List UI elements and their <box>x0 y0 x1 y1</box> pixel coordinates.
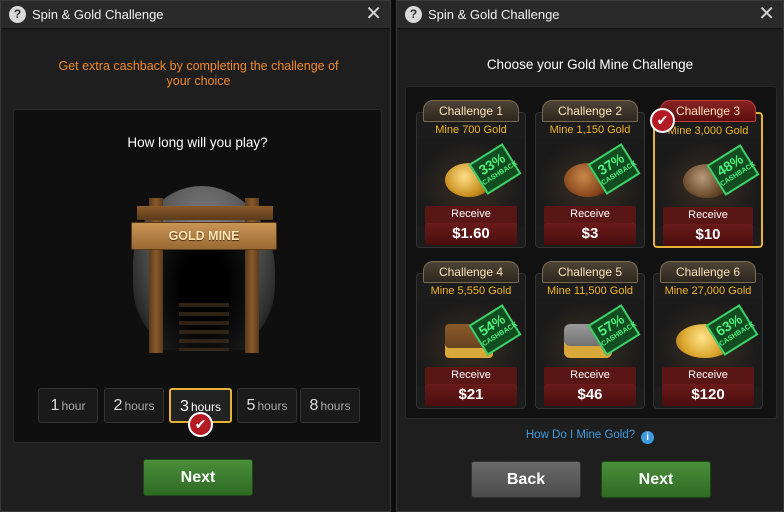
hour-number: 2 <box>113 397 123 414</box>
mine-beam <box>137 206 273 220</box>
challenge-grid: Mine 700 Gold 33% CASHBACK Receive $1.60 … <box>405 86 777 419</box>
duration-panel: How long will you play? GOLD MINE 1 hour … <box>13 109 382 443</box>
promo-line: Get extra cashback by completing the cha… <box>58 59 339 73</box>
receive-label: Receive <box>451 369 491 381</box>
challenge-card-3[interactable]: Mine 3,000 Gold 48% CASHBACK Receive $10 <box>653 112 763 248</box>
title-bar: ? Spin & Gold Challenge ✕ <box>1 1 390 29</box>
back-button[interactable]: Back <box>471 461 581 498</box>
challenge-tag: Challenge 4 <box>423 261 519 283</box>
hour-unit: hours <box>257 399 288 413</box>
hour-option-8[interactable]: 8 hours <box>300 388 360 423</box>
mine-goal: Mine 700 Gold <box>435 124 507 136</box>
receive-label: Receive <box>688 369 728 381</box>
challenge-card-5[interactable]: Mine 11,500 Gold 57% CASHBACK Receive $46 <box>535 273 645 409</box>
gold-mine-sign: GOLD MINE <box>131 222 277 250</box>
dialog-title: Spin & Gold Challenge <box>32 7 164 22</box>
hour-unit: hours <box>320 399 351 413</box>
hour-number: 5 <box>246 397 256 414</box>
mine-goal: Mine 1,150 Gold <box>549 124 631 136</box>
next-button[interactable]: Next <box>143 459 253 496</box>
hour-number: 1 <box>50 397 60 414</box>
hour-option-5[interactable]: 5 hours <box>237 388 297 423</box>
receive-label: Receive <box>570 208 610 220</box>
hours-dialog: ? Spin & Gold Challenge ✕ Get extra cash… <box>0 0 391 512</box>
reward-amount: $3 <box>544 223 636 245</box>
close-icon[interactable]: ✕ <box>758 4 775 24</box>
mine-goal: Mine 5,550 Gold <box>430 285 512 297</box>
mine-rails <box>179 303 229 351</box>
challenge-dialog: ? Spin & Gold Challenge ✕ Choose your Go… <box>396 0 784 512</box>
help-icon[interactable]: ? <box>9 6 26 23</box>
challenge-card-6[interactable]: Mine 27,000 Gold 63% CASHBACK Receive $12… <box>653 273 763 409</box>
promo-line: your choice <box>166 74 231 88</box>
challenge-card-1[interactable]: Mine 700 Gold 33% CASHBACK Receive $1.60 <box>416 112 526 248</box>
receive-label: Receive <box>688 209 728 221</box>
promo-text: Get extra cashback by completing the cha… <box>51 59 346 89</box>
duration-question: How long will you play? <box>127 135 268 150</box>
reward-amount: $120 <box>662 384 754 406</box>
reward-amount: $10 <box>663 224 753 246</box>
info-icon[interactable]: i <box>641 431 655 444</box>
hour-number: 8 <box>309 397 319 414</box>
challenge-card-4[interactable]: Mine 5,550 Gold 54% CASHBACK Receive $21 <box>416 273 526 409</box>
hour-number: 3 <box>180 398 189 415</box>
challenge-tag: Challenge 5 <box>542 261 638 283</box>
challenge-card-2[interactable]: Mine 1,150 Gold 37% CASHBACK Receive $3 <box>535 112 645 248</box>
challenge-tag: Challenge 1 <box>423 100 519 122</box>
hour-option-2[interactable]: 2 hours <box>104 388 164 423</box>
receive-label: Receive <box>451 208 491 220</box>
help-link-text[interactable]: How Do I Mine Gold? <box>526 429 635 441</box>
challenge-tag: Challenge 2 <box>542 100 638 122</box>
reward-amount: $21 <box>425 384 517 406</box>
challenge-heading: Choose your Gold Mine Challenge <box>486 57 694 72</box>
title-bar: ? Spin & Gold Challenge ✕ <box>397 1 783 29</box>
reward-amount: $46 <box>544 384 636 406</box>
gold-mine-illustration: GOLD MINE <box>121 178 287 356</box>
hour-unit: hours <box>124 399 155 413</box>
hour-unit: hour <box>61 399 86 413</box>
help-icon[interactable]: ? <box>405 6 422 23</box>
next-button[interactable]: Next <box>601 461 711 498</box>
hour-option-1[interactable]: 1 hour <box>38 388 98 423</box>
mine-goal: Mine 11,500 Gold <box>546 285 634 297</box>
challenge-tag: Challenge 6 <box>660 261 756 283</box>
selected-check-icon: ✔ <box>650 108 675 133</box>
reward-amount: $1.60 <box>425 223 517 245</box>
how-to-mine-link[interactable]: How Do I Mine Gold? i <box>397 429 783 444</box>
receive-label: Receive <box>570 369 610 381</box>
dialog-title: Spin & Gold Challenge <box>428 7 560 22</box>
mine-goal: Mine 27,000 Gold <box>664 285 752 297</box>
close-icon[interactable]: ✕ <box>365 4 382 24</box>
selected-check-icon: ✔ <box>188 412 213 437</box>
